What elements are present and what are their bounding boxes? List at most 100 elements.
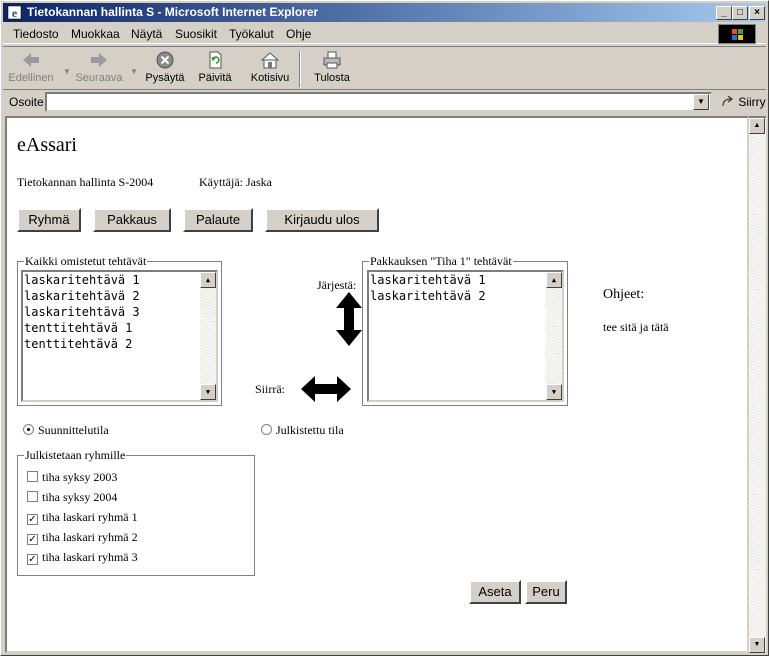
forward-label: Seuraava — [75, 72, 123, 84]
back-dropdown[interactable]: ▼ — [63, 67, 71, 76]
go-label: Siirry — [738, 95, 766, 109]
help-text: tee sitä ja tätä — [603, 320, 669, 334]
package-tasks-scrollbar[interactable]: ▲ ▼ — [546, 272, 562, 400]
minimize-button[interactable]: _ — [716, 6, 732, 20]
address-input[interactable] — [45, 92, 712, 112]
list-item[interactable]: laskaritehtävä 2 — [369, 288, 562, 304]
forward-arrow-icon — [91, 53, 107, 67]
back-label: Edellinen — [8, 72, 54, 84]
list-item[interactable]: tenttitehtävä 2 — [23, 336, 216, 352]
user-info: Käyttäjä: Jaska — [199, 175, 272, 189]
list-item[interactable]: laskaritehtävä 1 — [369, 272, 562, 288]
group-checkbox-row[interactable]: tiha syksy 2004 — [27, 490, 117, 505]
group-label: tiha laskari ryhmä 2 — [42, 530, 138, 544]
stop-button[interactable]: Pysäytä — [141, 50, 189, 84]
back-button[interactable]: Edellinen — [7, 50, 55, 84]
toolbar: Edellinen ▼ Seuraava ▼ Pysäytä Päivitä K… — [3, 46, 766, 90]
svg-text:e: e — [12, 6, 18, 20]
logout-button[interactable]: Kirjaudu ulos — [265, 208, 379, 232]
checkbox-checked[interactable]: ✓ — [27, 534, 38, 545]
menu-muokkaa[interactable]: Muokkaa — [71, 27, 120, 41]
group-label: tiha laskari ryhmä 1 — [42, 510, 138, 524]
all-tasks-scrollbar[interactable]: ▲ ▼ — [200, 272, 216, 400]
scroll-up-button[interactable]: ▲ — [749, 118, 765, 134]
scroll-up-button[interactable]: ▲ — [200, 272, 216, 288]
forward-dropdown[interactable]: ▼ — [130, 67, 138, 76]
checkbox-unchecked[interactable] — [27, 491, 38, 502]
menu-nayta[interactable]: Näytä — [131, 27, 162, 41]
groups-legend: Julkistetaan ryhmille — [25, 448, 126, 462]
go-arrow-icon — [722, 95, 733, 107]
address-label: Osoite — [9, 95, 44, 109]
all-tasks-legend: Kaikki omistetut tehtävät — [25, 254, 147, 268]
checkbox-checked[interactable]: ✓ — [27, 554, 38, 565]
stop-label: Pysäytä — [145, 72, 185, 84]
page-title: eAssari — [17, 134, 77, 156]
move-label: Siirrä: — [255, 382, 285, 396]
print-label: Tulosta — [314, 72, 350, 84]
group-checkbox-row[interactable]: ✓ tiha laskari ryhmä 1 — [27, 510, 138, 525]
group-label: tiha laskari ryhmä 3 — [42, 550, 138, 564]
group-checkbox-row[interactable]: tiha syksy 2003 — [27, 470, 117, 485]
stop-icon — [156, 51, 174, 69]
design-mode-label: Suunnittelutila — [38, 423, 109, 437]
window-title: Tietokannan hallinta S - Microsoft Inter… — [27, 5, 319, 19]
address-bar: Osoite ▼ Siirry — [3, 91, 766, 113]
menu-tyokalut[interactable]: Työkalut — [229, 27, 274, 41]
refresh-button[interactable]: Päivitä — [195, 50, 235, 84]
page-content: eAssari Tietokannan hallinta S-2004 Käyt… — [5, 116, 749, 653]
ryhma-button[interactable]: Ryhmä — [17, 208, 81, 232]
address-dropdown-button[interactable]: ▼ — [693, 94, 709, 110]
list-item[interactable]: tenttitehtävä 1 — [23, 320, 216, 336]
list-item[interactable]: laskaritehtävä 1 — [23, 272, 216, 288]
all-tasks-list[interactable]: laskaritehtävä 1 laskaritehtävä 2 laskar… — [21, 270, 218, 402]
browser-window: e Tietokannan hallinta S - Microsoft Int… — [0, 0, 769, 656]
scroll-down-button[interactable]: ▼ — [749, 637, 765, 653]
windows-logo-icon — [718, 24, 756, 44]
print-button[interactable]: Tulosta — [309, 50, 355, 84]
maximize-button[interactable]: □ — [732, 6, 748, 20]
checkbox-unchecked[interactable] — [27, 471, 38, 482]
menu-ohje[interactable]: Ohje — [286, 27, 311, 41]
toolbar-separator — [299, 51, 301, 87]
menu-tiedosto[interactable]: Tiedosto — [13, 27, 59, 41]
page-scrollbar[interactable]: ▲ ▼ — [749, 116, 766, 653]
published-mode-radio[interactable]: Julkistettu tila — [261, 423, 344, 438]
print-icon — [323, 51, 341, 69]
list-item[interactable]: laskaritehtävä 3 — [23, 304, 216, 320]
horizontal-arrow-icon[interactable] — [301, 376, 351, 402]
package-tasks-list[interactable]: laskaritehtävä 1 laskaritehtävä 2 ▲ ▼ — [367, 270, 564, 402]
set-button[interactable]: Aseta — [469, 580, 521, 604]
refresh-icon — [209, 51, 222, 69]
course-name: Tietokannan hallinta S-2004 — [17, 175, 154, 189]
help-title: Ohjeet: — [603, 287, 645, 302]
close-button[interactable]: × — [749, 6, 765, 20]
group-label: tiha syksy 2004 — [42, 490, 118, 504]
back-arrow-icon — [23, 53, 39, 67]
palaute-button[interactable]: Palaute — [183, 208, 253, 232]
published-mode-label: Julkistettu tila — [276, 423, 344, 437]
checkbox-checked[interactable]: ✓ — [27, 514, 38, 525]
group-checkbox-row[interactable]: ✓ tiha laskari ryhmä 2 — [27, 530, 138, 545]
list-item[interactable]: laskaritehtävä 2 — [23, 288, 216, 304]
radio-unselected-icon — [261, 424, 272, 435]
group-checkbox-row[interactable]: ✓ tiha laskari ryhmä 3 — [27, 550, 138, 565]
go-button[interactable]: Siirry — [721, 95, 766, 109]
design-mode-radio[interactable]: Suunnittelutila — [23, 423, 109, 438]
home-label: Kotisivu — [250, 72, 290, 84]
ie-icon: e — [7, 5, 22, 20]
group-label: tiha syksy 2003 — [42, 470, 118, 484]
order-label: Järjestä: — [317, 278, 357, 292]
title-bar: e Tietokannan hallinta S - Microsoft Int… — [3, 3, 766, 22]
menu-suosikit[interactable]: Suosikit — [175, 27, 217, 41]
package-tasks-legend: Pakkauksen "Tiha 1" tehtävät — [370, 254, 512, 268]
refresh-label: Päivitä — [198, 72, 232, 84]
scroll-down-button[interactable]: ▼ — [546, 384, 562, 400]
home-button[interactable]: Kotisivu — [247, 50, 293, 84]
scroll-up-button[interactable]: ▲ — [546, 272, 562, 288]
pakkaus-button[interactable]: Pakkaus — [93, 208, 171, 232]
scroll-down-button[interactable]: ▼ — [200, 384, 216, 400]
vertical-arrow-icon[interactable] — [335, 292, 363, 346]
forward-button[interactable]: Seuraava — [71, 50, 127, 84]
cancel-button[interactable]: Peru — [525, 580, 567, 604]
